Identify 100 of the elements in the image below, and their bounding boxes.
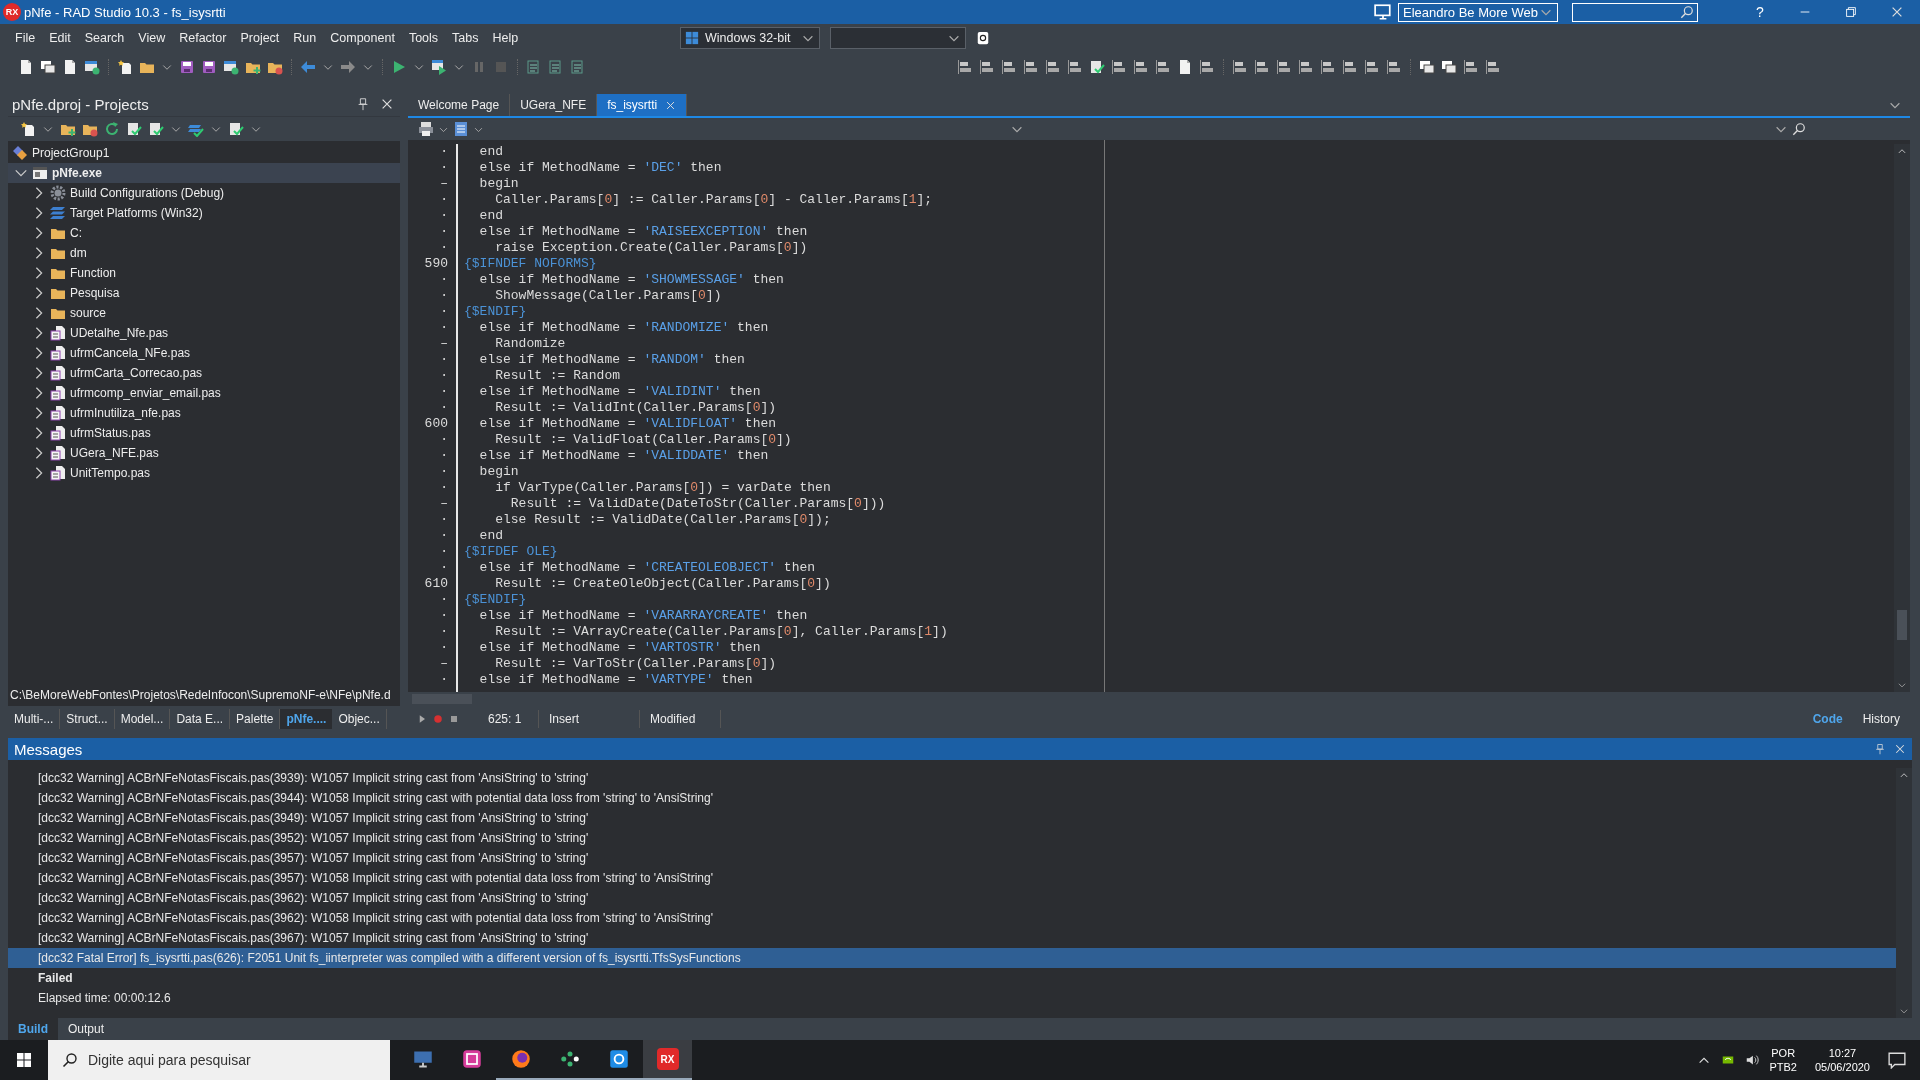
window-icon[interactable] [223,59,239,75]
align-icon[interactable] [1254,59,1270,75]
view-tab[interactable]: History [1852,712,1910,726]
align-icon[interactable] [1045,59,1061,75]
clock-date[interactable]: 05/06/2020 [1814,1061,1870,1073]
align-icon[interactable] [1155,59,1171,75]
align-icon[interactable] [1386,59,1402,75]
help-button[interactable]: ? [1738,4,1782,20]
align-icon[interactable] [1320,59,1336,75]
tree-item[interactable]: ufrmCarta_Correcao.pas [8,363,400,383]
menu-item[interactable]: Tools [401,27,446,49]
language-indicator[interactable]: POR [1771,1047,1796,1059]
menu-item[interactable]: Search [77,27,132,49]
menu-item[interactable]: Refactor [172,27,234,49]
message-row[interactable]: Failed [8,968,1896,988]
message-row[interactable]: [dcc32 Warning] ACBrNFeNotasFiscais.pas(3967): W1057 Implicit string cast from 'AnsiString' to 'string' [8,928,1896,948]
panel-tab[interactable]: Output [58,1022,115,1036]
align-icon[interactable] [1485,59,1501,75]
tablet-icon[interactable] [976,31,990,45]
panel-tab[interactable]: Build [8,1018,58,1040]
panel-tab[interactable]: Multi-... [8,709,61,729]
notification-icon[interactable] [1888,1051,1906,1069]
keyboard-indicator[interactable]: PTB2 [1769,1061,1797,1073]
scroll-thumb[interactable] [1897,610,1907,640]
check-page-icon[interactable] [1089,59,1105,75]
platform-dropdown[interactable]: Windows 32-bit [680,27,820,49]
menu-item[interactable]: Run [286,27,324,49]
tree-item[interactable]: Build Configurations (Debug) [8,183,400,203]
align-icon[interactable] [1463,59,1479,75]
tree-item[interactable]: source [8,303,400,323]
align-icon[interactable] [1298,59,1314,75]
close-icon[interactable] [1894,743,1906,755]
message-row[interactable]: [dcc32 Warning] ACBrNFeNotasFiscais.pas(3949): W1057 Implicit string cast from 'AnsiString' to 'string' [8,808,1896,828]
menu-item[interactable]: Help [485,27,526,49]
tree-item[interactable]: UDetalhe_Nfe.pas [8,323,400,343]
align-icon[interactable] [1276,59,1292,75]
message-row[interactable]: [dcc32 Warning] ACBrNFeNotasFiscais.pas(3962): W1058 Implicit string cast with potential data loss from 'string' to 'AnsiString' [8,908,1896,928]
editor-tab[interactable]: Welcome Page [408,94,511,116]
tree-item[interactable]: ufrmCancela_NFe.pas [8,343,400,363]
close-icon[interactable] [665,99,677,111]
message-row[interactable]: [dcc32 Warning] ACBrNFeNotasFiscais.pas(3952): W1057 Implicit string cast from 'AnsiString' to 'string' [8,828,1896,848]
pin-icon[interactable] [356,97,370,111]
scrollbar[interactable] [1894,144,1910,692]
stop-icon[interactable] [448,713,460,725]
align-icon[interactable] [1342,59,1358,75]
view-tab[interactable]: Code [1802,712,1853,726]
list-icon[interactable] [548,59,564,75]
menu-item[interactable]: View [131,27,173,49]
search-icon[interactable] [1792,122,1806,136]
tree-item[interactable]: ProjectGroup1 [8,143,400,163]
panel-tab[interactable]: Data E... [170,709,231,729]
forward-arrow-icon[interactable] [340,59,356,75]
align-icon[interactable] [1232,59,1248,75]
panel-tab[interactable]: Struct... [60,709,115,729]
check-page-icon[interactable] [228,121,244,137]
save-icon[interactable] [179,59,195,75]
message-row[interactable]: [dcc32 Warning] ACBrNFeNotasFiscais.pas(3957): W1057 Implicit string cast from 'AnsiString' to 'string' [8,848,1896,868]
check-page-icon[interactable] [126,121,142,137]
tree-item[interactable]: C: [8,223,400,243]
align-icon[interactable] [957,59,973,75]
close-icon[interactable] [380,97,394,111]
list-icon[interactable] [570,59,586,75]
window-icon[interactable] [84,59,100,75]
tree-item[interactable]: Target Platforms (Win32) [8,203,400,223]
tree-item[interactable]: dm [8,243,400,263]
tree-item[interactable]: Pesquisa [8,283,400,303]
align-icon[interactable] [1364,59,1380,75]
new-item-icon[interactable] [117,59,133,75]
message-row[interactable]: [dcc32 Warning] ACBrNFeNotasFiscais.pas(3962): W1057 Implicit string cast from 'AnsiString' to 'string' [8,888,1896,908]
tree-item[interactable]: Function [8,263,400,283]
editor-tab[interactable]: fs_isysrtti [597,94,688,116]
caret-icon[interactable] [1899,770,1909,780]
tree-item[interactable]: ufrmStatus.pas [8,423,400,443]
document-icon[interactable] [453,121,469,137]
message-row[interactable]: [dcc32 Fatal Error] fs_isysrtti.pas(626): F2051 Unit fs_iinterpreter was compiled with a different version of fs_isysrtti.TfsSysFunctions [8,948,1896,968]
menu-item[interactable]: Tabs [445,27,486,49]
back-arrow-icon[interactable] [300,59,316,75]
menu-item[interactable]: File [8,27,43,49]
refresh-icon[interactable] [104,121,120,137]
tree-item[interactable]: pNfe.exe [8,163,400,183]
new-page-icon[interactable] [18,59,34,75]
taskbar-button[interactable]: RX [643,1040,692,1080]
message-row[interactable]: [dcc32 Warning] ACBrNFeNotasFiscais.pas(3957): W1058 Implicit string cast with potential data loss from 'string' to 'AnsiString' [8,868,1896,888]
desktop-icon[interactable] [1374,3,1392,21]
align-icon[interactable] [1001,59,1017,75]
new-item-icon[interactable] [20,121,36,137]
clock-time[interactable]: 10:27 [1828,1047,1857,1059]
check-page-icon[interactable] [148,121,164,137]
panel-tab[interactable]: pNfe.... [280,709,333,729]
start-icon[interactable] [16,1052,32,1068]
new-page-icon[interactable] [1177,59,1193,75]
run-window-icon[interactable] [431,59,447,75]
menu-item[interactable]: Edit [42,27,78,49]
message-row[interactable]: [dcc32 Warning] ACBrNFeNotasFiscais.pas(3944): W1058 Implicit string cast with potential data loss from 'string' to 'AnsiString' [8,788,1896,808]
tree-item[interactable]: UnitTempo.pas [8,463,400,483]
tree-item[interactable]: ufrmcomp_enviar_email.pas [8,383,400,403]
align-icon[interactable] [1199,59,1215,75]
panel-tab[interactable]: Objec... [332,709,387,729]
panel-tab[interactable]: Model... [114,709,171,729]
run-icon[interactable] [391,59,407,75]
